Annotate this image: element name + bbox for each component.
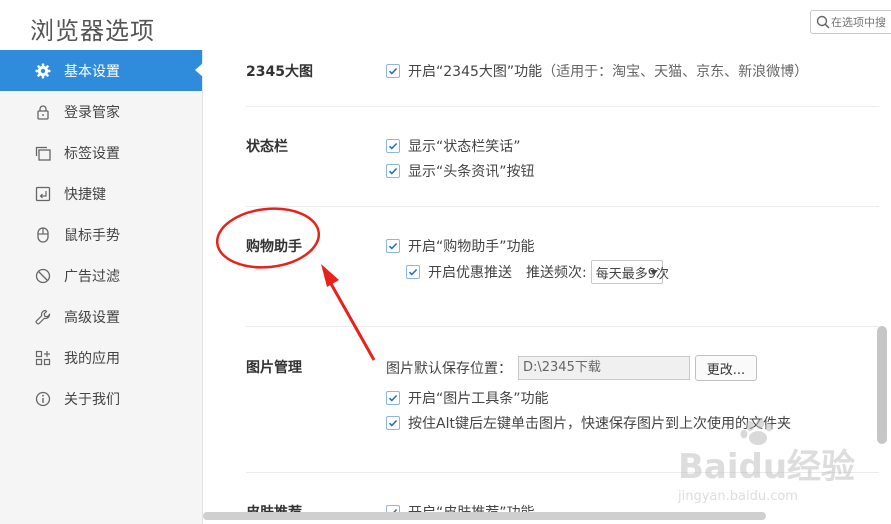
option-discount-push[interactable]: 开启优惠推送 推送频次: 每天最多9次 (406, 260, 669, 284)
option-headline-news-button[interactable]: 显示“头条资讯”按钮 (386, 161, 535, 181)
search-box[interactable] (810, 10, 891, 34)
checkmark-icon (388, 394, 398, 402)
block-icon (34, 267, 52, 285)
checkbox-checked[interactable] (406, 265, 420, 279)
dropdown-arrow-icon (649, 270, 658, 275)
window-title: 浏览器选项 (30, 17, 155, 45)
checkmark-icon (388, 419, 398, 427)
sidebar-item-label: 关于我们 (64, 391, 120, 408)
mouse-icon (34, 226, 52, 244)
baidu-jingyan-watermark: Baidu经验 jingyan.baidu.com (678, 420, 855, 504)
section-divider (246, 326, 879, 327)
sidebar-item-label: 标签设置 (64, 145, 120, 162)
checkbox-checked[interactable] (386, 164, 400, 178)
save-path-field[interactable]: D:\2345下载 (518, 356, 690, 380)
sidebar-item-my-apps[interactable]: 我的应用 (0, 337, 202, 378)
sidebar-item-ad-filter[interactable]: 广告过滤 (0, 255, 202, 296)
option-shopping-assistant[interactable]: 开启“购物助手”功能 (386, 236, 535, 256)
sidebar-item-label: 鼠标手势 (64, 227, 120, 244)
section-label-status-bar: 状态栏 (246, 139, 288, 155)
sidebar-item-tab-settings[interactable]: 标签设置 (0, 132, 202, 173)
checkbox-checked[interactable] (386, 64, 400, 78)
checkbox-checked[interactable] (386, 416, 400, 430)
checkmark-icon (408, 268, 418, 276)
sidebar-item-label: 我的应用 (64, 350, 120, 367)
option-2345-image[interactable]: 开启“2345大图”功能 （适用于：淘宝、天猫、京东、新浪微博） (386, 61, 808, 81)
sidebar-item-login-manager[interactable]: 登录管家 (0, 91, 202, 132)
title-bar: 浏览器选项 (0, 0, 891, 50)
info-icon (34, 390, 52, 408)
sidebar-item-label: 广告过滤 (64, 268, 120, 285)
sidebar-item-shortcuts[interactable]: 快捷键 (0, 173, 202, 214)
apps-icon (34, 349, 52, 367)
sidebar-item-label: 高级设置 (64, 309, 120, 326)
image-save-location-row: 图片默认保存位置： D:\2345下载 更改... (386, 355, 757, 381)
tabs-icon (34, 144, 52, 162)
option-label: 开启“图片工具条”功能 (408, 391, 549, 407)
search-icon (816, 15, 830, 29)
checkmark-icon (388, 242, 398, 250)
checkbox-checked[interactable] (386, 239, 400, 253)
sidebar: 基本设置 登录管家 标签设置 快捷键 鼠标手势 广告过滤 高级设置 我的应用 关… (0, 50, 203, 524)
gear-icon (34, 62, 52, 80)
option-label: 显示“头条资讯”按钮 (408, 164, 535, 180)
select-value: 每天最多9次 (595, 266, 669, 282)
section-label-image-management: 图片管理 (246, 360, 302, 376)
checkmark-icon (388, 142, 398, 150)
push-frequency-label: 推送频次: (526, 265, 587, 281)
option-label: 开启“2345大图”功能 (408, 64, 543, 80)
option-label: 开启优惠推送 (428, 265, 512, 281)
lock-icon (34, 103, 52, 121)
option-label: 显示“状态栏笑话” (408, 139, 521, 155)
option-note: （适用于：淘宝、天猫、京东、新浪微博） (542, 64, 809, 80)
sidebar-item-mouse-gestures[interactable]: 鼠标手势 (0, 214, 202, 255)
save-location-label: 图片默认保存位置： (386, 361, 512, 377)
sidebar-item-about-us[interactable]: 关于我们 (0, 378, 202, 419)
section-divider (246, 206, 879, 207)
checkbox-checked[interactable] (386, 139, 400, 153)
section-divider (246, 106, 879, 107)
section-label-shopping-assistant: 购物助手 (246, 239, 302, 255)
shortcut-icon (34, 185, 52, 203)
checkmark-icon (388, 167, 398, 175)
search-input[interactable] (831, 13, 891, 31)
checkmark-icon (388, 67, 398, 75)
watermark-url: jingyan.baidu.com (678, 489, 798, 504)
vertical-scrollbar[interactable] (877, 326, 887, 444)
change-path-button[interactable]: 更改... (695, 355, 757, 381)
wrench-icon (34, 308, 52, 326)
push-frequency-select[interactable]: 每天最多9次 (590, 260, 669, 284)
sidebar-item-label: 基本设置 (64, 63, 120, 80)
sidebar-item-label: 快捷键 (64, 186, 106, 203)
sidebar-item-label: 登录管家 (64, 104, 120, 121)
sidebar-item-advanced-settings[interactable]: 高级设置 (0, 296, 202, 337)
checkbox-checked[interactable] (386, 391, 400, 405)
sidebar-item-basic-settings[interactable]: 基本设置 (0, 50, 203, 91)
option-label: 开启“购物助手”功能 (408, 239, 535, 255)
option-image-toolbar[interactable]: 开启“图片工具条”功能 (386, 388, 549, 408)
option-status-bar-jokes[interactable]: 显示“状态栏笑话” (386, 136, 521, 156)
watermark-brand: Baidu经验 (678, 447, 855, 487)
section-label-2345-image: 2345大图 (246, 64, 313, 80)
